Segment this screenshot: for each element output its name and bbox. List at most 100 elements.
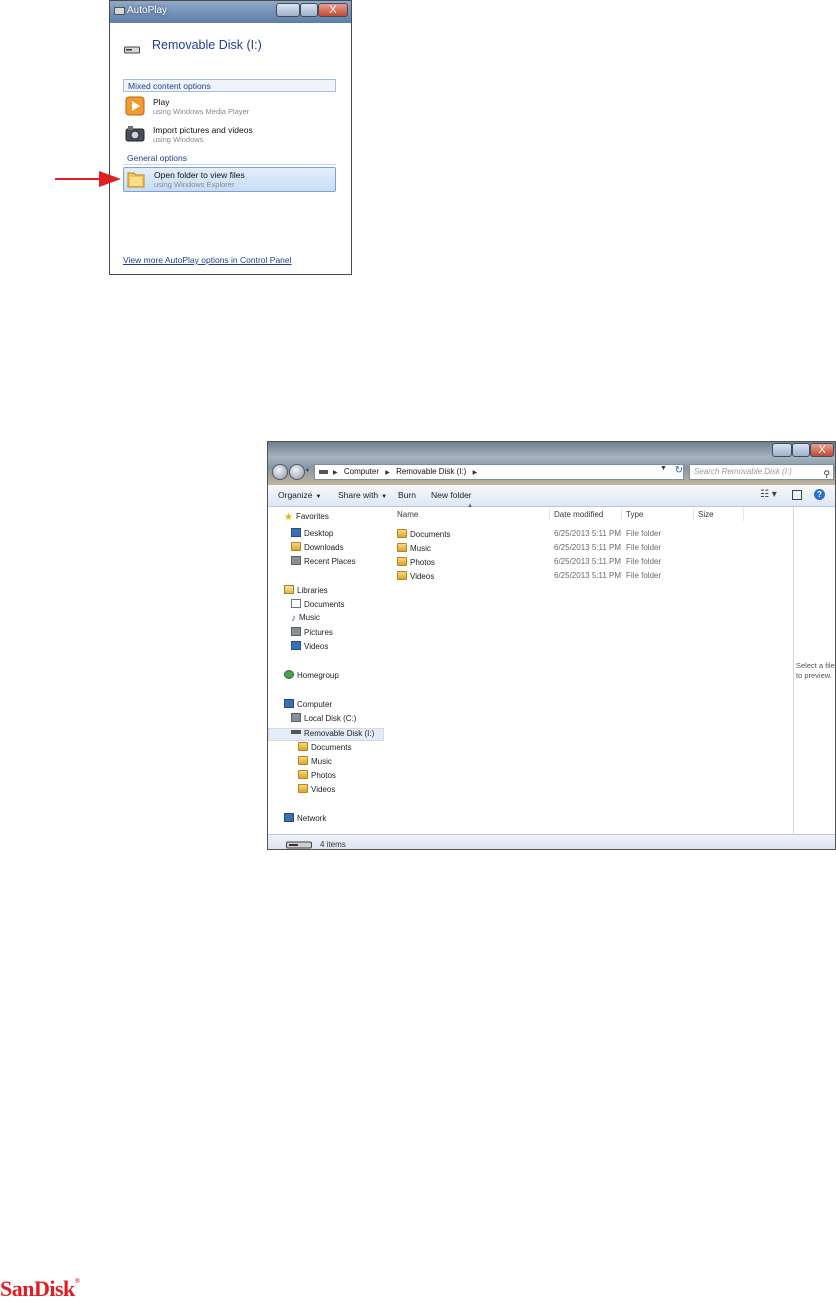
option-label: Import pictures and videos — [153, 125, 253, 135]
table-row[interactable]: Music 6/25/2013 5:11 PM File folder — [385, 541, 793, 554]
close-button[interactable]: X — [318, 3, 348, 17]
nav-computer[interactable]: Computer — [284, 699, 332, 709]
autoplay-titlebar[interactable]: AutoPlay X — [110, 1, 351, 23]
sandisk-logo: SanDisk® — [0, 1276, 80, 1302]
table-row[interactable]: Videos 6/25/2013 5:11 PM File folder — [385, 569, 793, 582]
option-sublabel: using Windows Media Player — [153, 107, 250, 116]
more-autoplay-options-link[interactable]: View more AutoPlay options in Control Pa… — [123, 255, 292, 265]
nav-label: Music — [299, 613, 320, 622]
registered-mark: ® — [74, 1277, 80, 1285]
nav-disk-documents[interactable]: Documents — [298, 742, 351, 752]
nav-libraries[interactable]: Libraries — [284, 585, 328, 595]
nav-downloads[interactable]: Downloads — [291, 542, 344, 552]
file-date: 6/25/2013 5:11 PM — [554, 543, 622, 552]
section-mixed-content: Mixed content options — [123, 79, 336, 92]
search-input[interactable]: Search Removable Disk (I:) ⚲ — [689, 464, 834, 480]
videos-icon — [291, 641, 301, 650]
refresh-icon[interactable]: ↻ — [672, 464, 686, 478]
nav-disk-videos[interactable]: Videos — [298, 784, 335, 794]
column-size[interactable]: Size — [698, 510, 714, 519]
music-note-icon: ♪ — [291, 613, 296, 624]
file-name: Documents — [410, 530, 451, 539]
nav-label: Music — [311, 757, 332, 766]
table-row[interactable]: Photos 6/25/2013 5:11 PM File folder — [385, 555, 793, 568]
folder-icon — [397, 557, 407, 566]
file-type: File folder — [626, 557, 662, 566]
address-field[interactable]: ▶ Computer ▶ Removable Disk (I:) ▶ — [314, 464, 684, 480]
nav-network[interactable]: Network — [284, 813, 326, 823]
nav-favorites[interactable]: ★ Favorites — [284, 512, 329, 523]
file-date: 6/25/2013 5:11 PM — [554, 571, 622, 580]
downloads-folder-icon — [291, 542, 301, 551]
removable-drive-icon — [291, 730, 301, 734]
file-type: File folder — [626, 571, 662, 580]
nav-disk-photos[interactable]: Photos — [298, 770, 336, 780]
folder-icon — [298, 770, 308, 779]
maximize-button[interactable] — [792, 443, 810, 457]
organize-button[interactable]: Organize ▼ — [278, 490, 321, 500]
file-name: Videos — [410, 572, 435, 581]
chevron-down-icon: ▼ — [381, 494, 388, 500]
breadcrumb-computer[interactable]: Computer — [344, 465, 379, 479]
pictures-icon — [291, 627, 301, 636]
nav-removable-disk[interactable]: Removable Disk (I:) — [291, 729, 374, 738]
back-button[interactable] — [272, 464, 288, 480]
recent-places-icon — [291, 556, 301, 565]
column-divider[interactable] — [621, 507, 622, 521]
chevron-down-icon[interactable]: ▼ — [660, 465, 667, 472]
table-row[interactable]: Documents 6/25/2013 5:11 PM File folder — [385, 527, 793, 540]
folder-icon — [298, 742, 308, 751]
option-open-folder[interactable]: Open folder to view files using Windows … — [123, 167, 336, 192]
nav-local-disk[interactable]: Local Disk (C:) — [291, 713, 356, 723]
column-name[interactable]: Name — [397, 510, 418, 519]
help-icon[interactable]: ? — [814, 489, 825, 500]
share-with-button[interactable]: Share with ▼ — [338, 490, 387, 500]
column-divider[interactable] — [549, 507, 550, 521]
preview-pane-icon[interactable] — [792, 490, 802, 500]
explorer-window: X ▾ ▶ Computer ▶ Removable Disk (I:) ▶ ▼… — [267, 441, 836, 850]
nav-lib-videos[interactable]: Videos — [291, 641, 328, 651]
column-type[interactable]: Type — [626, 510, 643, 519]
nav-label: Documents — [304, 600, 345, 609]
nav-lib-pictures[interactable]: Pictures — [291, 627, 333, 637]
drive-icon — [114, 7, 125, 15]
recent-pages-chevron-icon[interactable]: ▾ — [306, 467, 309, 474]
sort-up-icon: ▲ — [467, 503, 473, 509]
window-frame[interactable]: X ▾ ▶ Computer ▶ Removable Disk (I:) ▶ ▼… — [268, 442, 835, 485]
network-icon — [284, 813, 294, 822]
close-button[interactable]: X — [810, 443, 834, 457]
column-divider[interactable] — [693, 507, 694, 521]
nav-lib-documents[interactable]: Documents — [291, 599, 344, 609]
removable-drive-icon — [124, 46, 140, 54]
file-name: Photos — [410, 558, 435, 567]
view-options-icon[interactable]: ☷ ▾ — [760, 489, 777, 500]
maximize-button[interactable] — [300, 3, 318, 17]
column-divider[interactable] — [743, 507, 744, 521]
preview-message: Select a file to preview. — [796, 661, 835, 680]
folder-icon — [397, 571, 407, 580]
nav-label: Network — [297, 814, 327, 823]
chevron-right-icon: ▶ — [333, 470, 338, 476]
nav-label: Local Disk (C:) — [304, 714, 357, 723]
nav-disk-music[interactable]: Music — [298, 756, 332, 766]
nav-homegroup[interactable]: Homegroup — [284, 670, 339, 680]
breadcrumb-removable-disk[interactable]: Removable Disk (I:) — [396, 465, 466, 479]
nav-recent-places[interactable]: Recent Places — [291, 556, 356, 566]
file-type: File folder — [626, 543, 662, 552]
minimize-button[interactable] — [772, 443, 792, 457]
option-play[interactable]: Play using Windows Media Player — [123, 94, 336, 120]
burn-button[interactable]: Burn — [398, 490, 416, 500]
file-name: Music — [410, 544, 431, 553]
chevron-right-icon: ▶ — [385, 470, 390, 476]
minimize-button[interactable] — [276, 3, 300, 17]
navigation-pane: ★ Favorites Desktop Downloads Recent Plac… — [268, 507, 386, 836]
option-label: Play — [153, 97, 170, 107]
option-import[interactable]: Import pictures and videos using Windows — [123, 122, 336, 148]
new-folder-button[interactable]: New folder — [431, 490, 472, 500]
nav-label: Documents — [311, 743, 352, 752]
nav-lib-music[interactable]: ♪ Music — [291, 613, 320, 624]
organize-label: Organize — [278, 490, 313, 500]
nav-desktop[interactable]: Desktop — [291, 528, 333, 538]
forward-button[interactable] — [289, 464, 305, 480]
column-date-modified[interactable]: Date modified — [554, 510, 603, 519]
